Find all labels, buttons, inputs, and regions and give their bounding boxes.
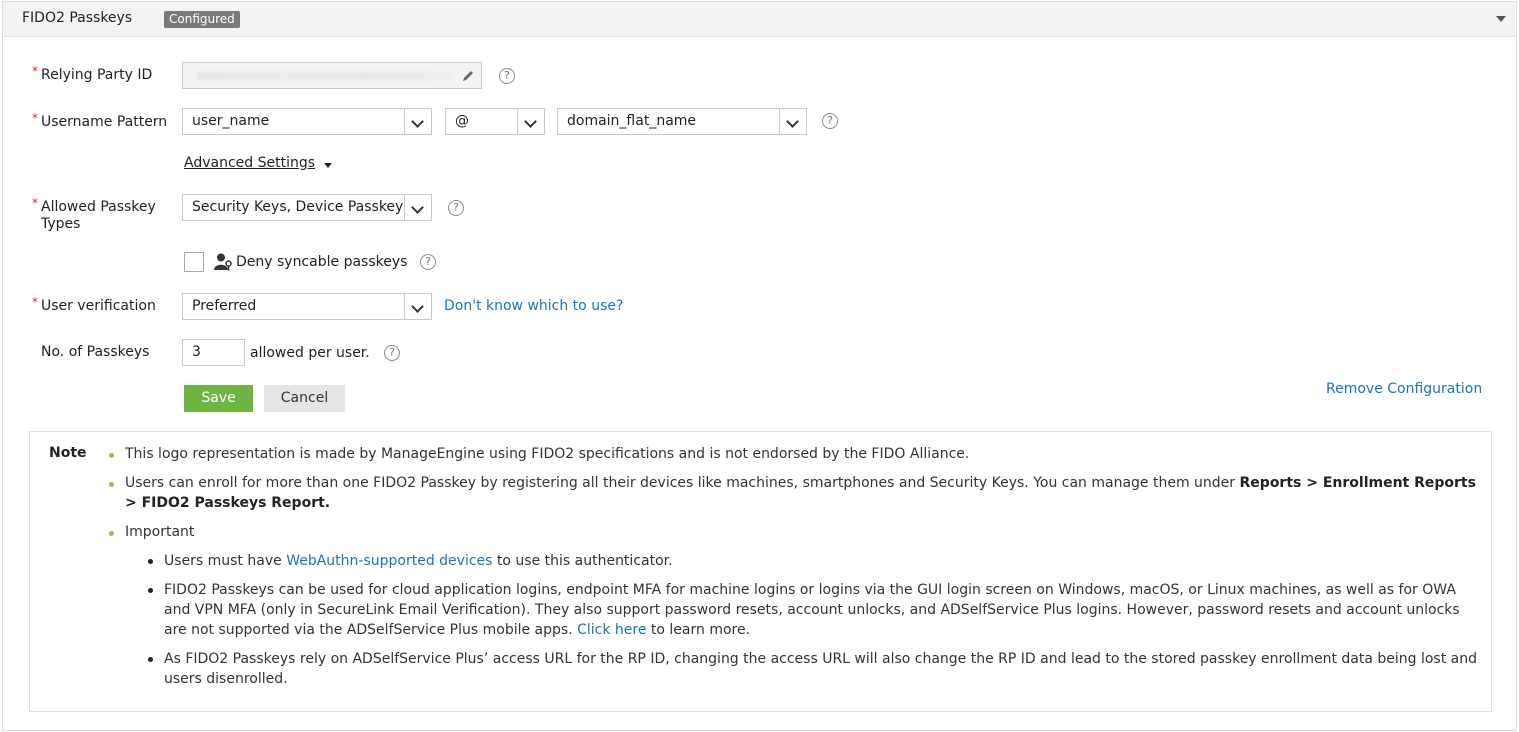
list-item: Users must have WebAuthn-supported devic…	[148, 551, 1480, 571]
collapse-caret-icon[interactable]	[1496, 16, 1506, 22]
dont-know-link[interactable]: Don't know which to use?	[444, 298, 623, 315]
allowed-types-label-line1: Allowed Passkey	[41, 199, 156, 215]
advanced-settings-link[interactable]: Advanced Settings	[184, 155, 315, 171]
help-icon[interactable]: ?	[448, 200, 464, 216]
required-marker: *	[32, 64, 38, 78]
required-marker: *	[32, 196, 38, 210]
panel-title: FIDO2 Passkeys	[22, 10, 133, 26]
list-item: FIDO2 Passkeys can be used for cloud app…	[148, 580, 1480, 640]
allowed-types-label-line2: Types	[41, 216, 81, 232]
num-passkeys-value: 3	[192, 344, 201, 360]
note-item-text: Important	[125, 524, 195, 540]
username-separator-select[interactable]: @	[445, 108, 545, 135]
chevron-down-icon[interactable]	[404, 195, 431, 220]
list-item: As FIDO2 Passkeys rely on ADSelfService …	[148, 649, 1480, 689]
username-separator-value: @	[455, 113, 469, 129]
note-sub-text: to use this authenticator.	[492, 553, 673, 569]
click-here-link[interactable]: Click here	[577, 622, 646, 638]
username-pattern-label: Username Pattern	[41, 114, 168, 130]
list-item: Users can enroll for more than one FIDO2…	[109, 473, 1480, 513]
chevron-down-icon[interactable]	[404, 109, 431, 134]
num-passkeys-input[interactable]: 3	[182, 339, 245, 366]
help-icon[interactable]: ?	[384, 345, 400, 361]
note-list: This logo representation is made by Mana…	[109, 444, 1480, 698]
required-marker: *	[32, 111, 38, 125]
note-box: Note This logo representation is made by…	[29, 431, 1492, 712]
pencil-icon[interactable]	[461, 69, 475, 83]
help-icon[interactable]: ?	[420, 254, 436, 270]
save-button[interactable]: Save	[184, 385, 253, 412]
cancel-button[interactable]: Cancel	[264, 385, 345, 412]
status-badge: Configured	[164, 11, 240, 28]
note-title: Note	[49, 445, 87, 461]
webauthn-devices-link[interactable]: WebAuthn-supported devices	[286, 553, 492, 569]
username-part1-select[interactable]: user_name	[182, 108, 432, 135]
help-icon[interactable]: ?	[822, 113, 838, 129]
chevron-down-icon[interactable]	[779, 109, 806, 134]
note-sub-text: FIDO2 Passkeys can be used for cloud app…	[164, 582, 1460, 638]
chevron-down-icon[interactable]	[517, 109, 544, 134]
allowed-types-select[interactable]: Security Keys, Device Passkeys	[182, 194, 432, 221]
note-sub-text: As FIDO2 Passkeys rely on ADSelfService …	[164, 651, 1477, 687]
deny-syncable-label: Deny syncable passkeys	[236, 254, 408, 270]
note-sub-text: Users must have	[164, 553, 287, 569]
important-sub-list: Users must have WebAuthn-supported devic…	[125, 551, 1480, 689]
relying-party-input[interactable]	[182, 62, 482, 89]
num-passkeys-label: No. of Passkeys	[41, 344, 150, 360]
relying-party-value-redacted	[197, 72, 452, 80]
chevron-down-icon[interactable]	[404, 294, 431, 319]
required-marker: *	[32, 295, 38, 309]
allowed-types-value: Security Keys, Device Passkeys	[192, 199, 411, 215]
username-part1-value: user_name	[192, 113, 270, 129]
deny-syncable-checkbox[interactable]	[184, 252, 204, 272]
caret-down-icon[interactable]	[324, 163, 332, 168]
panel-header[interactable]: FIDO2 Passkeys Configured	[3, 2, 1516, 37]
remove-configuration-link[interactable]: Remove Configuration	[1326, 381, 1482, 398]
note-item-text: Users can enroll for more than one FIDO2…	[125, 475, 1240, 491]
username-part2-value: domain_flat_name	[567, 113, 697, 129]
fido2-passkeys-panel: FIDO2 Passkeys Configured * Relying Part…	[2, 1, 1517, 731]
help-icon[interactable]: ?	[499, 68, 515, 84]
user-verification-value: Preferred	[192, 298, 257, 314]
note-sub-text: to learn more.	[646, 622, 751, 638]
user-verification-label: User verification	[41, 298, 156, 314]
num-passkeys-suffix: allowed per user.	[250, 345, 370, 361]
note-item-text: This logo representation is made by Mana…	[125, 446, 970, 462]
user-verification-select[interactable]: Preferred	[182, 293, 432, 320]
list-item: Important Users must have WebAuthn-suppo…	[109, 522, 1480, 689]
relying-party-label: Relying Party ID	[41, 67, 153, 83]
username-part2-select[interactable]: domain_flat_name	[557, 108, 807, 135]
list-item: This logo representation is made by Mana…	[109, 444, 1480, 464]
user-key-icon	[214, 253, 232, 271]
